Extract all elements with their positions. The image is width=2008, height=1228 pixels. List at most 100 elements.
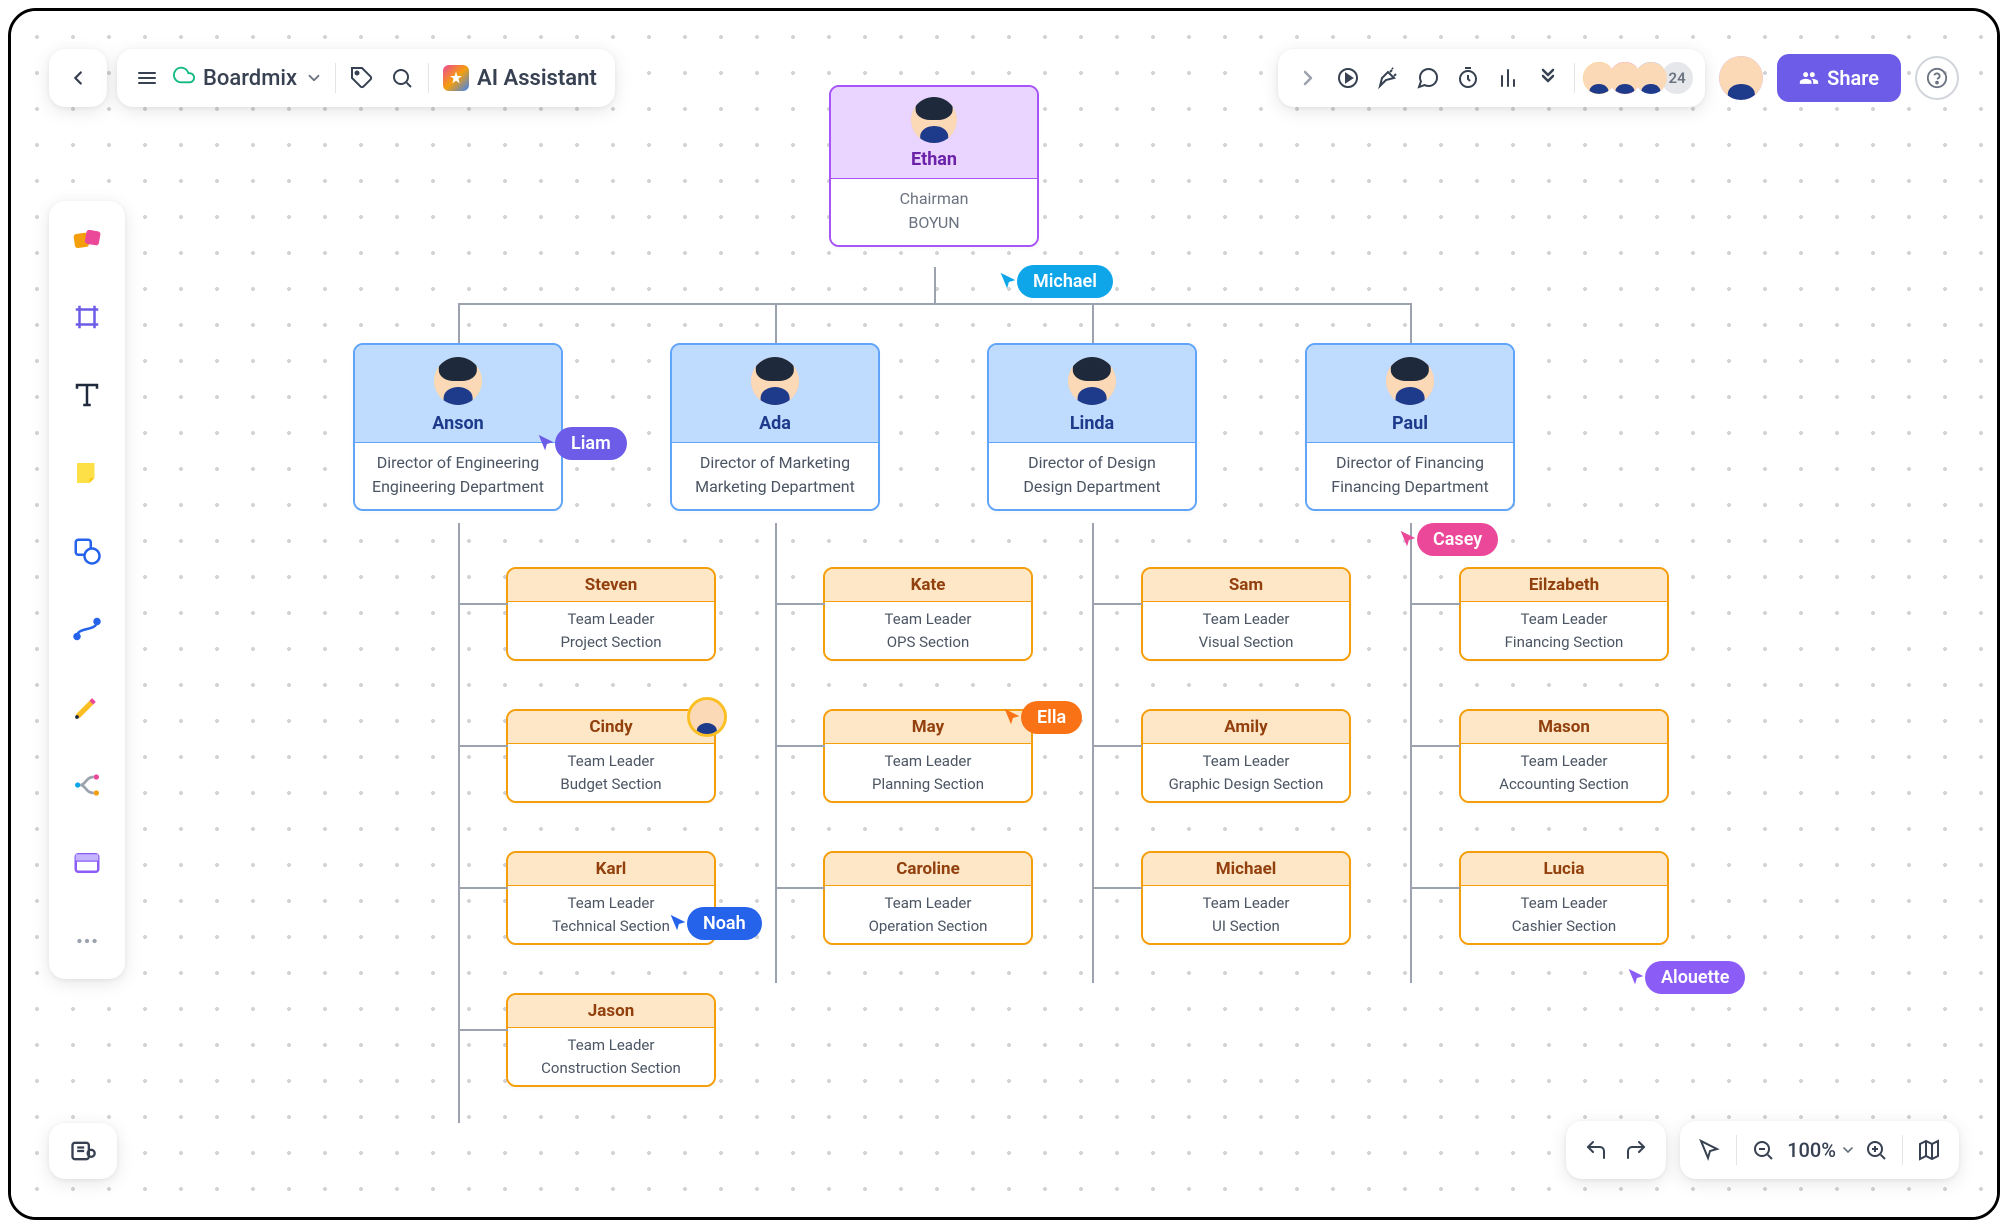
node-title: Team Leader <box>831 892 1025 915</box>
cloud-sync-icon <box>173 64 195 92</box>
shape-tool[interactable] <box>63 527 111 575</box>
node-name: Sam <box>1149 575 1343 595</box>
zoom-in-button[interactable] <box>1856 1130 1896 1170</box>
left-toolbar <box>49 201 125 979</box>
node-name: Linda <box>997 413 1187 434</box>
undo-button[interactable] <box>1576 1130 1616 1170</box>
frame-tool[interactable] <box>63 293 111 341</box>
mindmap-tool[interactable] <box>63 761 111 809</box>
vote-button[interactable] <box>1488 58 1528 98</box>
org-node-paul[interactable]: Paul Director of Financing Financing Dep… <box>1305 343 1515 511</box>
node-title: Director of Design <box>995 451 1189 475</box>
org-node-amily[interactable]: Amily Team LeaderGraphic Design Section <box>1141 709 1351 803</box>
node-dept: Design Department <box>995 475 1189 499</box>
canvas[interactable]: Ethan Chairman BOYUN Anson Director of E… <box>11 11 1997 1217</box>
zoom-level[interactable]: 100% <box>1783 1138 1840 1162</box>
node-title: Team Leader <box>514 1034 708 1057</box>
templates-tool[interactable] <box>63 215 111 263</box>
node-title: Team Leader <box>1467 750 1661 773</box>
celebrate-button[interactable] <box>1368 58 1408 98</box>
collaborators[interactable]: 24 <box>1581 60 1695 96</box>
node-title: Team Leader <box>514 750 708 773</box>
text-tool[interactable] <box>63 371 111 419</box>
comment-button[interactable] <box>1408 58 1448 98</box>
expand-right-button[interactable] <box>1288 58 1328 98</box>
org-node-ada[interactable]: Ada Director of Marketing Marketing Depa… <box>670 343 880 511</box>
cursor-noah: Noah <box>667 907 762 940</box>
node-title: Team Leader <box>831 608 1025 631</box>
sticky-note-tool[interactable] <box>63 449 111 497</box>
node-name: Steven <box>514 575 708 595</box>
cursor-casey: Casey <box>1397 523 1498 556</box>
org-node-eilzabeth[interactable]: Eilzabeth Team LeaderFinancing Section <box>1459 567 1669 661</box>
share-button[interactable]: Share <box>1777 54 1901 102</box>
node-name: Cindy <box>514 717 708 737</box>
org-node-lucia[interactable]: Lucia Team LeaderCashier Section <box>1459 851 1669 945</box>
org-node-kate[interactable]: Kate Team LeaderOPS Section <box>823 567 1033 661</box>
org-node-anson[interactable]: Anson Director of Engineering Engineerin… <box>353 343 563 511</box>
node-dept: Accounting Section <box>1467 773 1661 796</box>
org-node-caroline[interactable]: Caroline Team LeaderOperation Section <box>823 851 1033 945</box>
node-name: Karl <box>514 859 708 879</box>
help-button[interactable] <box>1915 56 1959 100</box>
ai-logo-icon <box>443 65 469 91</box>
org-node-steven[interactable]: Steven Team LeaderProject Section <box>506 567 716 661</box>
node-title: Team Leader <box>831 750 1025 773</box>
node-title: Director of Engineering <box>361 451 555 475</box>
pen-tool[interactable] <box>63 683 111 731</box>
present-button[interactable] <box>1328 58 1368 98</box>
node-name: Jason <box>514 1001 708 1021</box>
node-name: Michael <box>1149 859 1343 879</box>
chevron-down-icon <box>305 69 323 87</box>
minimap-button[interactable] <box>1909 1130 1949 1170</box>
search-button[interactable] <box>382 58 422 98</box>
file-title[interactable]: Boardmix <box>167 64 329 92</box>
org-node-michael2[interactable]: Michael Team LeaderUI Section <box>1141 851 1351 945</box>
table-tool[interactable] <box>63 839 111 887</box>
more-plugins-button[interactable] <box>1528 58 1568 98</box>
ai-assistant-button[interactable]: AI Assistant <box>435 65 605 91</box>
current-user-avatar[interactable] <box>1719 56 1763 100</box>
node-name: Paul <box>1315 413 1505 434</box>
cursor-ella: Ella <box>1001 701 1082 734</box>
cursor-michael: Michael <box>997 265 1113 298</box>
node-dept: Financing Section <box>1467 631 1661 654</box>
org-node-root[interactable]: Ethan Chairman BOYUN <box>829 85 1039 247</box>
more-tools-button[interactable] <box>63 917 111 965</box>
node-dept: Financing Department <box>1313 475 1507 499</box>
node-title: Team Leader <box>1149 608 1343 631</box>
node-name: Lucia <box>1467 859 1661 879</box>
node-dept: Marketing Department <box>678 475 872 499</box>
node-dept: Construction Section <box>514 1057 708 1080</box>
node-dept: Planning Section <box>831 773 1025 796</box>
tag-button[interactable] <box>342 58 382 98</box>
node-name: Caroline <box>831 859 1025 879</box>
redo-button[interactable] <box>1616 1130 1656 1170</box>
node-title: Team Leader <box>1467 608 1661 631</box>
zoom-out-button[interactable] <box>1743 1130 1783 1170</box>
menu-button[interactable] <box>127 58 167 98</box>
pointer-mode-button[interactable] <box>1690 1130 1730 1170</box>
node-dept: BOYUN <box>837 211 1031 235</box>
node-dept: UI Section <box>1149 915 1343 938</box>
node-name: May <box>831 717 1025 737</box>
collaborator-avatar <box>687 697 727 737</box>
assets-panel-button[interactable] <box>49 1123 117 1179</box>
node-title: Team Leader <box>1467 892 1661 915</box>
org-node-jason[interactable]: Jason Team LeaderConstruction Section <box>506 993 716 1087</box>
node-name: Ethan <box>839 149 1029 170</box>
chevron-down-icon[interactable] <box>1840 1142 1856 1158</box>
org-node-cindy[interactable]: Cindy Team LeaderBudget Section <box>506 709 716 803</box>
org-node-sam[interactable]: Sam Team LeaderVisual Section <box>1141 567 1351 661</box>
back-button[interactable] <box>49 49 107 107</box>
org-node-mason[interactable]: Mason Team LeaderAccounting Section <box>1459 709 1669 803</box>
node-dept: Operation Section <box>831 915 1025 938</box>
node-name: Eilzabeth <box>1467 575 1661 595</box>
node-dept: Cashier Section <box>1467 915 1661 938</box>
connector-tool[interactable] <box>63 605 111 653</box>
node-title: Director of Financing <box>1313 451 1507 475</box>
node-title: Team Leader <box>514 608 708 631</box>
timer-button[interactable] <box>1448 58 1488 98</box>
cursor-alouette: Alouette <box>1625 961 1745 994</box>
org-node-linda[interactable]: Linda Director of Design Design Departme… <box>987 343 1197 511</box>
